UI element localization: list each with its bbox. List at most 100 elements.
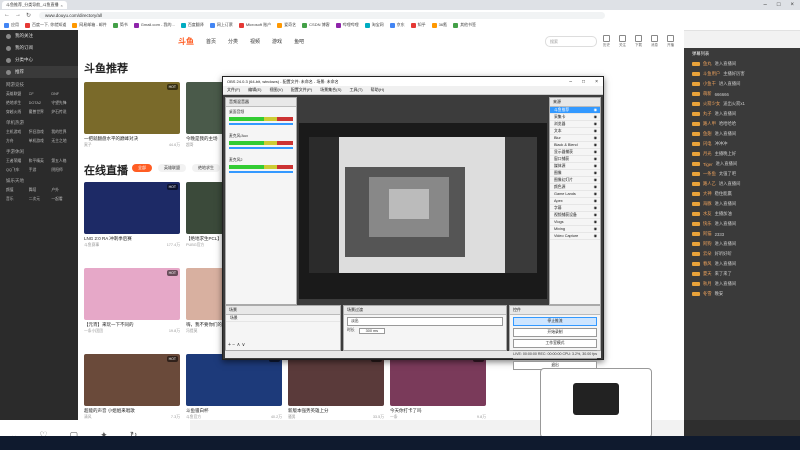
stream-thumbnail[interactable]: HOT [84, 182, 180, 234]
bookmark-item[interactable]: 淘宝网 [364, 22, 384, 28]
sidebar-category-link[interactable]: 二次元 [29, 195, 50, 203]
chat-user[interactable]: 鱼丸 [703, 61, 712, 67]
bookmark-item[interactable]: 简书 [112, 22, 128, 28]
maximize-icon[interactable]: □ [777, 2, 781, 8]
visibility-eye-icon[interactable]: ◉ [594, 226, 597, 232]
sidebar-item[interactable]: 我的订阅 [0, 42, 78, 54]
visibility-eye-icon[interactable]: ◉ [594, 219, 597, 225]
source-item[interactable]: Black & Blend ◉ [550, 142, 600, 149]
bookmark-item[interactable]: 哔哩哔哩 [335, 22, 359, 28]
bookmark-item[interactable]: 网易邮箱 - 邮件 [72, 22, 107, 28]
stream-thumbnail[interactable]: HOT [84, 268, 180, 320]
scene-add-icon[interactable]: + − ∧ ∨ [228, 342, 245, 348]
visibility-eye-icon[interactable]: ◉ [594, 198, 597, 204]
source-item[interactable]: Apex ◉ [550, 198, 600, 205]
header-icon-button[interactable]: 历史 [603, 34, 610, 48]
sidebar-category-link[interactable]: 魔兽世界 [29, 108, 50, 116]
reload-icon[interactable]: ↻ [26, 12, 31, 19]
sidebar-category-link[interactable]: 怀旧游戏 [29, 128, 50, 136]
sidebar-category-link[interactable]: 户外 [51, 186, 72, 194]
visibility-eye-icon[interactable]: ◉ [594, 170, 597, 176]
sidebar-category-link[interactable]: CF [29, 90, 50, 98]
stream-card[interactable]: HOT 今天你打卡了吗一条 9.8万 [390, 354, 486, 420]
obs-close-icon[interactable]: × [595, 79, 598, 85]
browser-tab[interactable]: 斗鱼推荐_分类导航_斗鱼直播 × [2, 1, 67, 9]
sidebar-category-link[interactable]: 阴阳师 [51, 166, 72, 174]
header-icon-button[interactable]: 消息 [651, 34, 658, 48]
source-item[interactable]: 斗鱼推荐 ◉ [550, 107, 600, 114]
obs-menu-item[interactable]: 视图(V) [269, 87, 282, 93]
source-item[interactable]: 显示器捕获 ◉ [550, 149, 600, 156]
chat-user[interactable]: 斗鱼用户 [703, 71, 720, 77]
sidebar-category-link[interactable]: 无主之地 [51, 137, 72, 145]
sidebar-item-recommend[interactable]: 推荐 [0, 66, 78, 78]
source-item[interactable]: Vlogs ◉ [550, 219, 600, 226]
visibility-eye-icon[interactable]: ◉ [594, 142, 597, 148]
visibility-eye-icon[interactable]: ◉ [594, 212, 597, 218]
sidebar-category-link[interactable]: 守望先锋 [51, 99, 72, 107]
forward-icon[interactable]: → [15, 12, 21, 19]
visibility-eye-icon[interactable]: ◉ [594, 114, 597, 120]
visibility-eye-icon[interactable]: ◉ [594, 191, 597, 197]
bookmark-item[interactable]: Microsoft 账户 [238, 22, 271, 28]
bookmark-item[interactable]: 百度一下, 你就知道 [25, 22, 66, 28]
visibility-eye-icon[interactable]: ◉ [594, 128, 597, 134]
obs-menu-item[interactable]: 帮助(H) [371, 87, 385, 93]
obs-menu-item[interactable]: 场景集合(S) [320, 87, 341, 93]
bookmark-item[interactable]: 36氪 [431, 22, 447, 28]
sidebar-category-link[interactable]: 穿越火线 [6, 108, 27, 116]
chat-user[interactable]: 夏天 [703, 271, 712, 277]
chat-user[interactable]: 云朵 [703, 251, 712, 257]
source-item[interactable]: 浏览器 ◉ [550, 121, 600, 128]
sidebar-category-link[interactable]: DNF [51, 90, 72, 98]
volume-slider[interactable] [229, 123, 293, 125]
source-item[interactable]: Game Lands ◉ [550, 191, 600, 198]
chat-user[interactable]: 秋月 [703, 281, 712, 287]
stream-thumbnail[interactable]: HOT [84, 82, 180, 134]
stream-card[interactable]: HOT 斗鱼骚白杯斗鱼官方40.2万 [186, 354, 282, 420]
chat-user[interactable]: 月光 [703, 151, 712, 157]
stream-thumbnail[interactable]: HOT [186, 354, 282, 406]
visibility-eye-icon[interactable]: ◉ [594, 121, 597, 127]
top-nav-item[interactable]: 分类 [228, 38, 238, 45]
bookmark-item[interactable]: 应用 [4, 22, 19, 28]
sidebar-category-link[interactable]: 颜值 [6, 186, 27, 194]
sidebar-category-link[interactable]: 第五人格 [51, 157, 72, 165]
source-item[interactable]: 媒体源 ◉ [550, 163, 600, 170]
stream-thumbnail[interactable]: HOT [390, 354, 486, 406]
source-item[interactable]: 图像幻灯片 ◉ [550, 177, 600, 184]
sidebar-category-link[interactable]: 主机游戏 [6, 128, 27, 136]
source-item[interactable]: 采集卡 ◉ [550, 114, 600, 121]
stream-thumbnail[interactable]: HOT [84, 354, 180, 406]
filter-chip[interactable]: 英雄联盟 [158, 164, 186, 172]
chat-user[interactable]: 冬雪 [703, 291, 712, 297]
visibility-eye-icon[interactable]: ◉ [594, 149, 597, 155]
visibility-eye-icon[interactable]: ◉ [594, 135, 597, 141]
sidebar-category-link[interactable]: 舞蹈 [29, 186, 50, 194]
control-button[interactable]: 开始录制 [513, 328, 597, 337]
stream-card[interactable]: HOT 一把就翻盘水平的巅峰对决 寅子 44.6万 [84, 82, 180, 148]
top-nav-item[interactable]: 鱼吧 [294, 38, 304, 45]
source-item[interactable]: 图像 ◉ [550, 170, 600, 177]
chat-user[interactable]: 一条鱼 [703, 171, 716, 177]
sidebar-category-link[interactable]: 王者荣耀 [6, 157, 27, 165]
visibility-eye-icon[interactable]: ◉ [594, 233, 597, 239]
bookmark-item[interactable]: 爱奇艺 [277, 22, 296, 28]
close-tab-icon[interactable]: × [60, 3, 62, 8]
sidebar-category-link[interactable]: QQ飞车 [6, 166, 27, 174]
source-item[interactable]: Video Capture ◉ [550, 233, 600, 240]
chat-user[interactable]: 鱼翅 [703, 131, 712, 137]
chat-user[interactable]: 海豚 [703, 201, 712, 207]
site-logo[interactable]: 斗鱼 [178, 36, 194, 47]
sidebar-category-link[interactable]: DOTA2 [29, 99, 50, 107]
chat-user[interactable]: 水友 [703, 211, 712, 217]
address-bar[interactable]: www.douyu.com/directory/all [39, 11, 606, 19]
bookmark-item[interactable]: CSDN 博客 [302, 22, 330, 28]
chat-user[interactable]: Tiger [703, 162, 713, 167]
bookmark-item[interactable]: 知乎 [410, 22, 426, 28]
header-icon-button[interactable]: 关注 [619, 34, 626, 48]
sidebar-category-link[interactable]: 一起看 [51, 195, 72, 203]
volume-slider[interactable] [229, 147, 293, 149]
chat-user[interactable]: 火箭少女 [703, 101, 720, 107]
visibility-eye-icon[interactable]: ◉ [594, 177, 597, 183]
